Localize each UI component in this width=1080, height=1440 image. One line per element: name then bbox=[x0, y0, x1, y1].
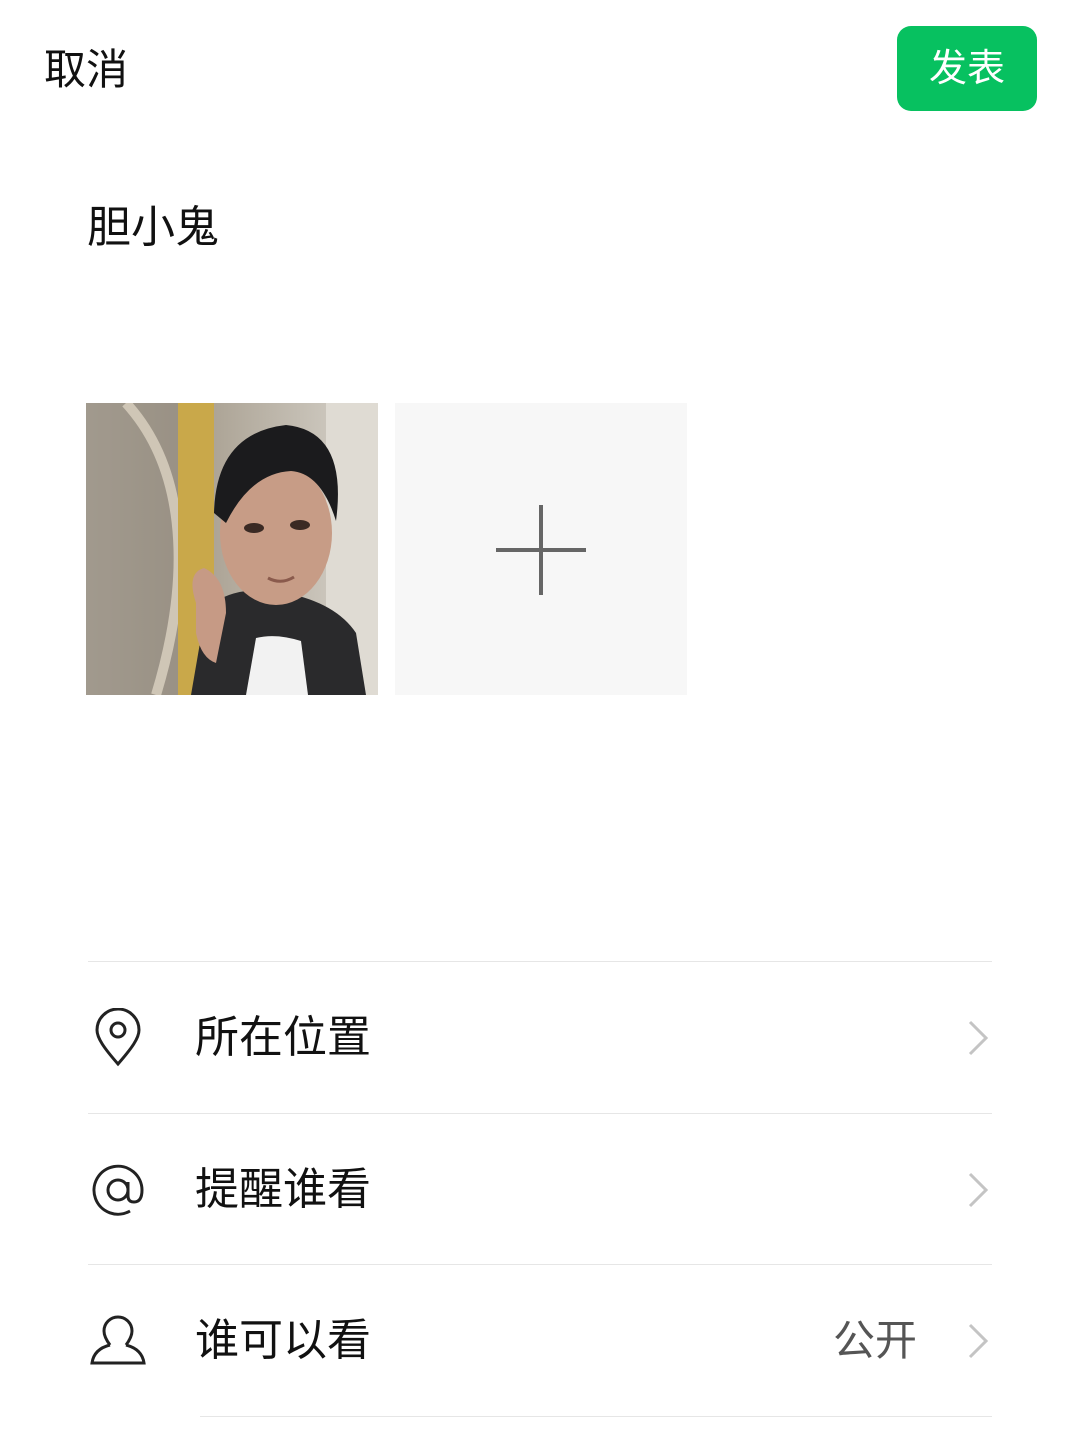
chevron-right-icon bbox=[968, 1020, 989, 1056]
option-visibility[interactable]: 谁可以看 公开 bbox=[88, 1266, 992, 1416]
at-sign-icon bbox=[92, 1164, 144, 1216]
divider bbox=[200, 1416, 992, 1417]
cancel-button[interactable]: 取消 bbox=[44, 40, 128, 100]
option-label: 提醒谁看 bbox=[195, 1164, 371, 1215]
divider bbox=[88, 961, 992, 962]
post-text-input[interactable]: 胆小鬼 bbox=[87, 196, 219, 260]
photo-thumbnail[interactable] bbox=[86, 403, 378, 695]
divider bbox=[88, 1113, 992, 1114]
option-label: 所在位置 bbox=[195, 1012, 371, 1063]
option-location[interactable]: 所在位置 bbox=[88, 963, 992, 1113]
add-photo-button[interactable] bbox=[395, 403, 687, 695]
photo-image bbox=[86, 403, 378, 695]
location-pin-icon bbox=[95, 1008, 141, 1067]
plus-icon bbox=[496, 505, 586, 595]
chevron-right-icon bbox=[968, 1323, 989, 1359]
chevron-right-icon bbox=[968, 1172, 989, 1208]
option-mention[interactable]: 提醒谁看 bbox=[88, 1115, 992, 1265]
option-label: 谁可以看 bbox=[195, 1315, 371, 1366]
visibility-value: 公开 bbox=[832, 1316, 917, 1365]
publish-button[interactable]: 发表 bbox=[897, 26, 1037, 111]
divider bbox=[88, 1264, 992, 1265]
compose-moment-screen: 取消 发表 胆小鬼 所在位置 提醒谁看 谁可以看 公开 bbox=[0, 0, 1080, 1440]
person-icon bbox=[90, 1315, 146, 1365]
